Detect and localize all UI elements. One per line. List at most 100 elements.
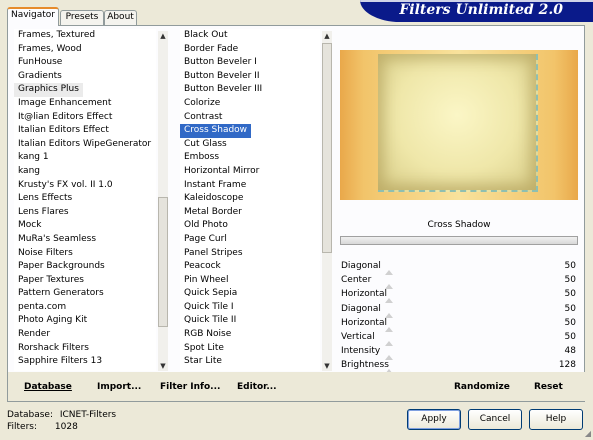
- list-item[interactable]: Panel Stripes: [180, 247, 320, 261]
- list-item[interactable]: Render: [14, 328, 156, 342]
- help-button[interactable]: Help: [529, 409, 583, 430]
- list-item[interactable]: Paper Backgrounds: [14, 260, 156, 274]
- list-item[interactable]: penta.com: [14, 301, 156, 315]
- list-item[interactable]: Sapphire Filters 13: [14, 355, 156, 369]
- list-item[interactable]: Pattern Generators: [14, 287, 156, 301]
- list-item[interactable]: Image Enhancement: [14, 97, 156, 111]
- list-item[interactable]: Spot Lite: [180, 342, 320, 356]
- list-item[interactable]: It@lian Editors Effect: [14, 111, 156, 125]
- reset-link[interactable]: Reset: [534, 382, 563, 392]
- list-item-label: Noise Filters: [18, 247, 73, 258]
- list-item[interactable]: Peacock: [180, 260, 320, 274]
- param-slider[interactable]: Horizontal 50: [340, 318, 578, 332]
- list-item-label: kang 1: [18, 152, 49, 163]
- list-item[interactable]: Quick Sepia: [180, 287, 320, 301]
- list-item-label: penta.com: [18, 301, 67, 312]
- apply-button[interactable]: Apply: [407, 409, 461, 430]
- list-item[interactable]: Quick Tile II: [180, 314, 320, 328]
- filter-info-link[interactable]: Filter Info...: [160, 382, 220, 392]
- param-label: Center: [341, 275, 372, 286]
- list-item[interactable]: Cut Glass: [180, 138, 320, 152]
- filter-scrollbar[interactable]: ▲ ▼: [322, 31, 332, 371]
- list-item[interactable]: Frames, Wood: [14, 43, 156, 57]
- list-item[interactable]: MuRa's Seamless: [14, 233, 156, 247]
- list-item[interactable]: Lens Effects: [14, 192, 156, 206]
- list-item[interactable]: Horizontal Mirror: [180, 165, 320, 179]
- tab-presets[interactable]: Presets: [60, 10, 104, 25]
- database-label: Database:: [7, 410, 53, 420]
- list-item[interactable]: kang 1: [14, 151, 156, 165]
- progress-bar: [340, 236, 578, 245]
- list-item[interactable]: Gradients: [14, 70, 156, 84]
- database-info: Database: ICNET-Filters: [7, 410, 116, 420]
- param-slider[interactable]: Diagonal 50: [340, 261, 578, 275]
- list-item[interactable]: Cross Shadow: [180, 124, 320, 138]
- list-item-label: Image Enhancement: [18, 97, 112, 108]
- param-slider[interactable]: Vertical 50: [340, 332, 578, 346]
- database-value: ICNET-Filters: [59, 410, 117, 420]
- list-item[interactable]: Colorize: [180, 97, 320, 111]
- list-item-label: kang: [18, 165, 40, 176]
- param-slider[interactable]: Intensity 48: [340, 346, 578, 361]
- list-item[interactable]: Button Beveler III: [180, 83, 320, 97]
- cancel-button[interactable]: Cancel: [468, 409, 522, 430]
- scroll-up-icon[interactable]: ▲: [158, 31, 168, 41]
- list-item[interactable]: Metal Border: [180, 206, 320, 220]
- category-scrollbar[interactable]: ▲ ▼: [158, 31, 168, 371]
- list-item[interactable]: Old Photo: [180, 219, 320, 233]
- list-item-label: Metal Border: [184, 206, 242, 217]
- tab-about[interactable]: About: [104, 10, 137, 25]
- list-item[interactable]: RGB Noise: [180, 328, 320, 342]
- list-item-label: MuRa's Seamless: [18, 233, 97, 244]
- scroll-down-icon[interactable]: ▼: [322, 361, 332, 371]
- list-item[interactable]: Mock: [14, 219, 156, 233]
- list-item[interactable]: Black Out: [180, 29, 320, 43]
- list-item[interactable]: Krusty's FX vol. II 1.0: [14, 179, 156, 193]
- list-item[interactable]: Kaleidoscope: [180, 192, 320, 206]
- list-item[interactable]: Rorshack Filters: [14, 342, 156, 356]
- list-item[interactable]: Photo Aging Kit: [14, 314, 156, 328]
- list-item[interactable]: Quick Tile I: [180, 301, 320, 315]
- scroll-thumb[interactable]: [322, 43, 332, 253]
- list-item[interactable]: FunHouse: [14, 56, 156, 70]
- tab-navigator[interactable]: Navigator: [7, 7, 59, 26]
- param-label: Horizontal: [341, 317, 387, 328]
- filter-list[interactable]: Black Out Border Fade Button Beveler I Butt…: [180, 29, 320, 371]
- list-item[interactable]: Italian Editors WipeGenerator: [14, 138, 156, 152]
- list-item[interactable]: Border Fade: [180, 43, 320, 57]
- list-item-label: Border Fade: [184, 43, 239, 54]
- list-item[interactable]: Page Curl: [180, 233, 320, 247]
- list-item[interactable]: Star Lite: [180, 355, 320, 369]
- param-slider[interactable]: Horizontal 50: [340, 289, 578, 304]
- randomize-link[interactable]: Randomize: [454, 382, 510, 392]
- param-slider[interactable]: Center 50: [340, 275, 578, 290]
- list-item-label: Button Beveler III: [184, 84, 263, 95]
- list-item[interactable]: Frames, Textured: [14, 29, 156, 43]
- list-item[interactable]: Button Beveler II: [180, 70, 320, 84]
- list-item[interactable]: Emboss: [180, 151, 320, 165]
- list-item-label: Frames, Textured: [18, 30, 96, 40]
- preview-image: [340, 50, 578, 200]
- resize-grip-icon[interactable]: ◢: [585, 429, 591, 438]
- scroll-up-icon[interactable]: ▲: [322, 31, 332, 41]
- param-slider[interactable]: Diagonal 50: [340, 304, 578, 318]
- scroll-down-icon[interactable]: ▼: [158, 361, 168, 371]
- database-link[interactable]: Database: [24, 382, 72, 392]
- list-item[interactable]: Pin Wheel: [180, 274, 320, 288]
- list-item-label: Graphics Plus: [14, 83, 83, 97]
- list-item[interactable]: Instant Frame: [180, 179, 320, 193]
- filters-value: 1028: [54, 422, 78, 432]
- list-item[interactable]: Contrast: [180, 111, 320, 125]
- list-item[interactable]: Lens Flares: [14, 206, 156, 220]
- category-list[interactable]: Frames, Textured Frames, Wood FunHouse Grad…: [14, 29, 156, 371]
- list-item[interactable]: kang: [14, 165, 156, 179]
- scroll-thumb[interactable]: [158, 197, 168, 327]
- list-item[interactable]: Paper Textures: [14, 274, 156, 288]
- list-item-label: Lens Effects: [18, 193, 73, 204]
- import-link[interactable]: Import...: [97, 382, 141, 392]
- list-item[interactable]: Graphics Plus: [14, 83, 156, 97]
- editor-link[interactable]: Editor...: [237, 382, 277, 392]
- list-item[interactable]: Italian Editors Effect: [14, 124, 156, 138]
- list-item[interactable]: Button Beveler I: [180, 56, 320, 70]
- list-item[interactable]: Noise Filters: [14, 247, 156, 261]
